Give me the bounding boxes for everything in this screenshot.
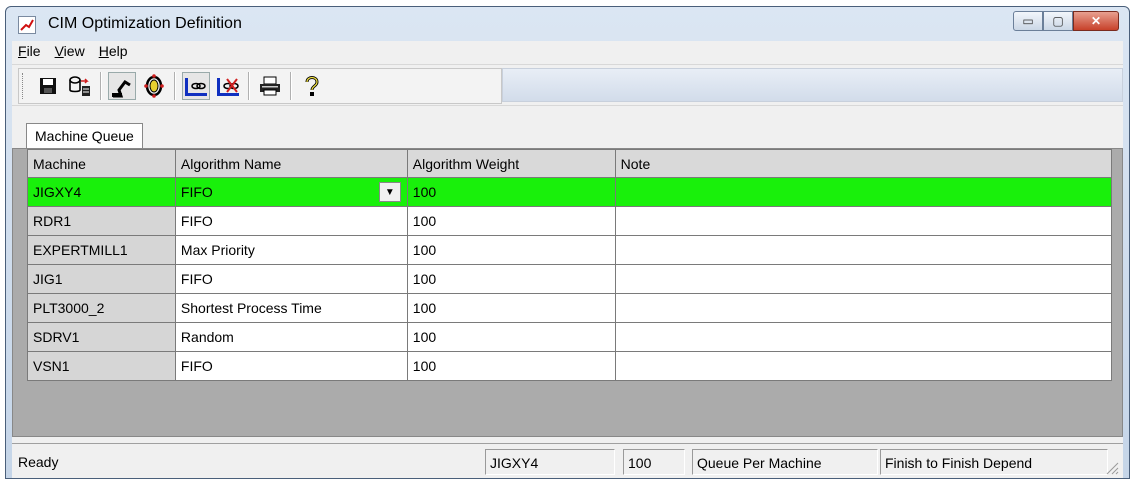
column-header-algorithm-weight[interactable]: Algorithm Weight xyxy=(406,149,616,178)
note-cell[interactable] xyxy=(614,351,1113,381)
machine-queue-grid: Machine Algorithm Name Algorithm Weight … xyxy=(12,148,1123,437)
toolbar-band xyxy=(502,68,1123,102)
algorithm-cell[interactable]: Random xyxy=(174,322,408,352)
note-cell[interactable] xyxy=(614,206,1113,236)
algorithm-cell[interactable]: FIFO xyxy=(174,351,408,381)
machine-cell[interactable]: RDR1 xyxy=(27,206,176,236)
ring-icon[interactable] xyxy=(140,72,168,100)
note-cell[interactable] xyxy=(614,177,1113,207)
robot-arm-icon[interactable] xyxy=(108,72,136,100)
machine-cell[interactable]: JIG1 xyxy=(27,264,176,294)
app-window: CIM Optimization Definition ▭ ▢ ✕ File V… xyxy=(5,6,1130,479)
machine-cell[interactable]: PLT3000_2 xyxy=(27,293,176,323)
table-row[interactable]: EXPERTMILL1 Max Priority 100 xyxy=(27,235,1113,265)
note-cell[interactable] xyxy=(614,235,1113,265)
column-header-algorithm-name[interactable]: Algorithm Name xyxy=(174,149,408,178)
algorithm-cell[interactable]: Max Priority xyxy=(174,235,408,265)
window-title: CIM Optimization Definition xyxy=(48,15,242,32)
algorithm-dropdown[interactable]: FIFO ▼ xyxy=(174,177,408,207)
status-queue-mode: Queue Per Machine xyxy=(692,449,878,475)
unlink-icon[interactable] xyxy=(214,72,242,100)
weight-cell[interactable]: 100 xyxy=(406,351,616,381)
menu-help[interactable]: Help xyxy=(93,41,136,63)
toolbar-grip[interactable] xyxy=(22,73,29,99)
app-chart-icon xyxy=(18,16,36,34)
table-row[interactable]: SDRV1 Random 100 xyxy=(27,322,1113,352)
close-button[interactable]: ✕ xyxy=(1073,11,1119,31)
table-row[interactable]: PLT3000_2 Shortest Process Time 100 xyxy=(27,293,1113,323)
table-row[interactable]: JIG1 FIFO 100 xyxy=(27,264,1113,294)
save-icon[interactable] xyxy=(34,72,62,100)
maximize-button[interactable]: ▢ xyxy=(1043,11,1073,31)
database-export-icon[interactable] xyxy=(66,72,94,100)
weight-cell[interactable]: 100 xyxy=(406,206,616,236)
weight-cell[interactable]: 100 xyxy=(406,322,616,352)
table-header-row: Machine Algorithm Name Algorithm Weight … xyxy=(27,149,1113,178)
note-cell[interactable] xyxy=(614,293,1113,323)
client-area: File View Help Machine Queue Machine Alg… xyxy=(12,41,1123,478)
toolbar xyxy=(12,64,1123,106)
dropdown-arrow-icon[interactable]: ▼ xyxy=(378,182,401,202)
minimize-button[interactable]: ▭ xyxy=(1013,11,1043,31)
algorithm-cell[interactable]: FIFO xyxy=(174,206,408,236)
menu-file[interactable]: File xyxy=(12,41,49,63)
column-header-machine[interactable]: Machine xyxy=(27,149,176,178)
status-ready: Ready xyxy=(18,454,59,470)
weight-cell[interactable]: 100 xyxy=(406,177,616,207)
status-machine: JIGXY4 xyxy=(485,449,615,475)
status-weight: 100 xyxy=(623,449,685,475)
print-icon[interactable] xyxy=(256,72,284,100)
status-bar: Ready JIGXY4 100 Queue Per Machine Finis… xyxy=(12,443,1123,478)
tab-machine-queue[interactable]: Machine Queue xyxy=(26,123,143,148)
table-row[interactable]: RDR1 FIFO 100 xyxy=(27,206,1113,236)
weight-cell[interactable]: 100 xyxy=(406,293,616,323)
algorithm-value: FIFO xyxy=(180,184,213,200)
link-icon[interactable] xyxy=(182,72,210,100)
title-bar[interactable]: CIM Optimization Definition ▭ ▢ ✕ xyxy=(6,7,1129,41)
menu-bar: File View Help xyxy=(12,41,1123,63)
help-icon[interactable] xyxy=(298,72,326,100)
machine-cell[interactable]: EXPERTMILL1 xyxy=(27,235,176,265)
machine-cell[interactable]: VSN1 xyxy=(27,351,176,381)
algorithm-cell[interactable]: Shortest Process Time xyxy=(174,293,408,323)
weight-cell[interactable]: 100 xyxy=(406,235,616,265)
queue-table: Machine Algorithm Name Algorithm Weight … xyxy=(27,149,1113,381)
table-row[interactable]: JIGXY4 FIFO ▼ 100 xyxy=(27,177,1113,207)
note-cell[interactable] xyxy=(614,264,1113,294)
table-row[interactable]: VSN1 FIFO 100 xyxy=(27,351,1113,381)
status-dependency: Finish to Finish Depend xyxy=(880,449,1108,475)
note-cell[interactable] xyxy=(614,322,1113,352)
menu-view[interactable]: View xyxy=(49,41,93,63)
machine-cell[interactable]: SDRV1 xyxy=(27,322,176,352)
algorithm-cell[interactable]: FIFO xyxy=(174,264,408,294)
weight-cell[interactable]: 100 xyxy=(406,264,616,294)
column-header-note[interactable]: Note xyxy=(614,149,1113,178)
machine-cell[interactable]: JIGXY4 xyxy=(27,177,176,207)
resize-grip-icon[interactable] xyxy=(1103,459,1119,475)
